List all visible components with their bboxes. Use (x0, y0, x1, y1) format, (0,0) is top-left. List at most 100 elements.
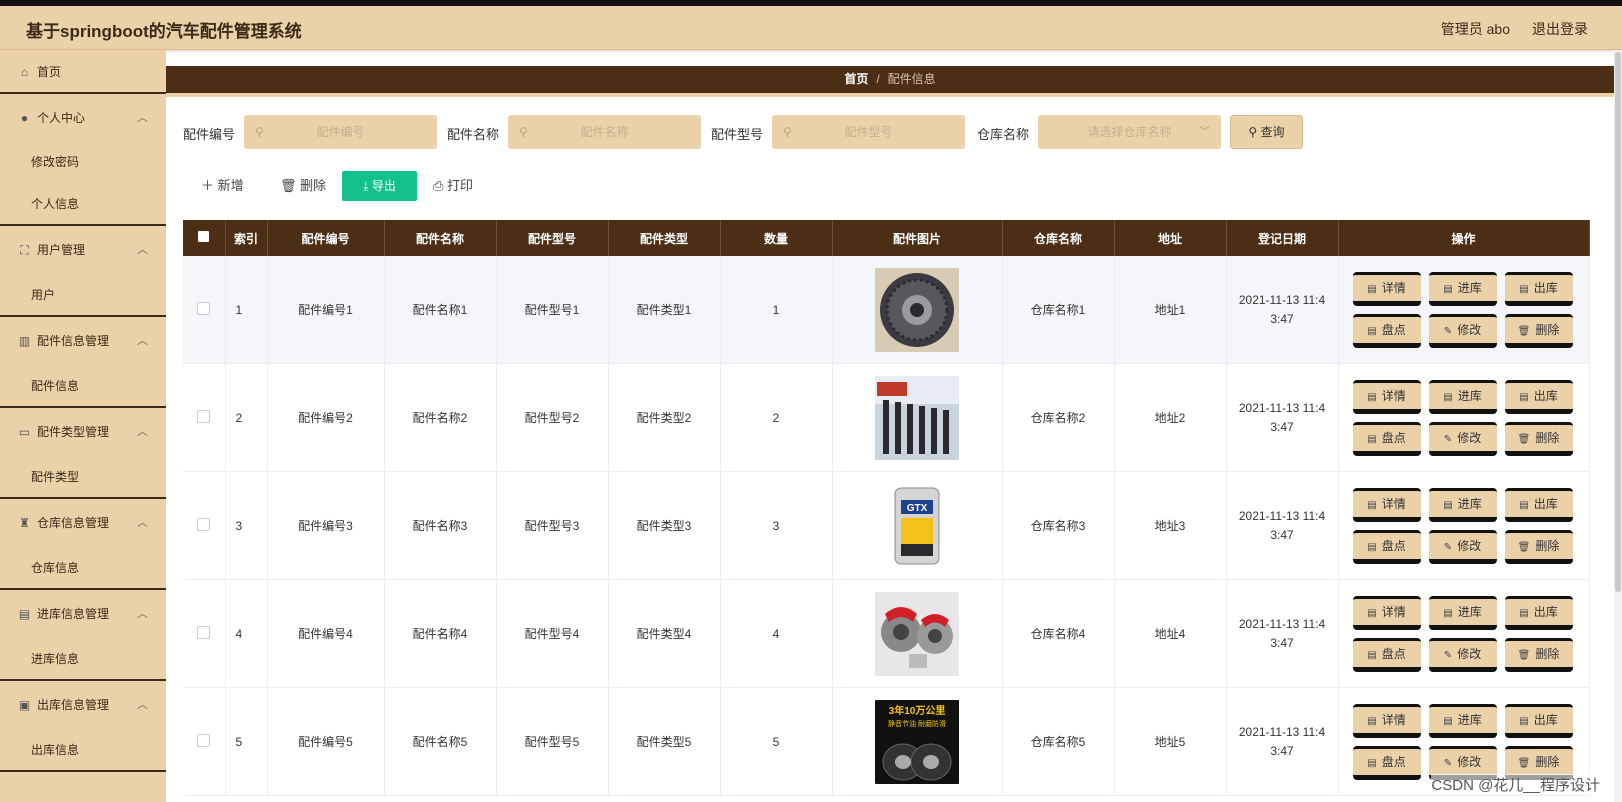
edit-button[interactable]: ✎ 修改 (1428, 421, 1497, 456)
sidebar-item-stock-out[interactable]: 出库信息 (0, 729, 166, 772)
stock-in-button[interactable]: ▤ 进库 (1428, 703, 1497, 738)
detail-button[interactable]: ▤ 详情 (1352, 379, 1421, 414)
inventory-button[interactable]: ▤ 盘点 (1352, 745, 1421, 780)
document-icon: ▤ (1443, 283, 1453, 295)
cell-type: 配件类型5 (608, 687, 721, 796)
document-icon: ▤ (1443, 715, 1453, 727)
sidebar-group-part-types[interactable]: ▭ 配件类型管理 ︿ (0, 408, 166, 456)
inventory-button[interactable]: ▤ 盘点 (1352, 313, 1421, 348)
logout-link[interactable]: 退出登录 (1532, 19, 1588, 39)
monitor-icon: ▭ (18, 425, 31, 439)
detail-label: 详情 (1381, 280, 1406, 295)
cell-warehouse: 仓库名称3 (1002, 471, 1115, 580)
plus-icon: ＋ (201, 178, 215, 193)
cell-code: 配件编号5 (267, 687, 385, 796)
stock-in-button[interactable]: ▤ 进库 (1428, 379, 1497, 414)
part-image[interactable]: GTX (875, 483, 959, 568)
part-image[interactable]: 3年10万公里 静音节油 耐磨防滑 (875, 699, 959, 784)
part-image[interactable] (875, 591, 959, 676)
cell-type: 配件类型1 (608, 256, 721, 364)
model-input[interactable]: ⚲ 配件型号 (772, 115, 965, 149)
select-all-header (183, 220, 226, 256)
row-actions: ▤ 详情 ▤ 进库 ▤ 出库 ▤ 盘点 ✎ 修改 🗑 删除 (1352, 271, 1575, 348)
inventory-button[interactable]: ▤ 盘点 (1352, 421, 1421, 456)
detail-label: 详情 (1381, 388, 1406, 403)
scrollbar-thumb[interactable] (1615, 52, 1621, 592)
stock-out-button[interactable]: ▤ 出库 (1504, 379, 1573, 414)
current-user: 管理员 abo (1440, 21, 1510, 37)
part-image[interactable] (875, 375, 959, 460)
detail-button[interactable]: ▤ 详情 (1352, 595, 1421, 630)
row-checkbox[interactable] (197, 733, 211, 747)
delete-button[interactable]: 🗑 删除 (280, 171, 326, 201)
sidebar-group-stock-out[interactable]: ▣ 出库信息管理 ︿ (0, 681, 166, 729)
print-button[interactable]: ⎙ 打印 (433, 171, 473, 201)
clipboard-icon: ▤ (18, 607, 31, 621)
page-scrollbar[interactable] (1614, 50, 1622, 802)
date-text: 2021-11-13 11:43:47 (1238, 400, 1326, 434)
sidebar-item-warehouses[interactable]: 仓库信息 (0, 547, 166, 590)
chevron-down-icon: ﹀ (1199, 126, 1210, 138)
stock-in-label: 进库 (1457, 604, 1482, 619)
detail-button[interactable]: ▤ 详情 (1352, 271, 1421, 306)
row-checkbox[interactable] (197, 625, 211, 639)
add-button[interactable]: ＋ 新增 (201, 171, 244, 201)
sidebar-item-users[interactable]: 用户 (0, 274, 166, 317)
oil-brand-text: GTX (907, 503, 928, 514)
sidebar-group-users[interactable]: ⛶ 用户管理 ︿ (0, 226, 166, 274)
cell-warehouse: 仓库名称5 (1002, 687, 1115, 796)
stock-out-button[interactable]: ▤ 出库 (1504, 271, 1573, 306)
sidebar-item-part-types[interactable]: 配件类型 (0, 456, 166, 499)
name-input[interactable]: ⚲ 配件名称 (508, 115, 701, 149)
row-delete-button[interactable]: 🗑 删除 (1504, 637, 1573, 672)
sidebar-item-stock-in[interactable]: 进库信息 (0, 638, 166, 681)
warehouse-placeholder: 请选择仓库名称 (1087, 125, 1172, 139)
row-checkbox[interactable] (197, 517, 211, 531)
cell-code: 配件编号2 (267, 363, 385, 472)
download-icon: ⤓ (363, 179, 369, 193)
cell-actions: ▤ 详情 ▤ 进库 ▤ 出库 ▤ 盘点 ✎ 修改 🗑 删除 (1338, 256, 1590, 364)
row-delete-button[interactable]: 🗑 删除 (1504, 529, 1573, 564)
detail-button[interactable]: ▤ 详情 (1352, 703, 1421, 738)
detail-button[interactable]: ▤ 详情 (1352, 487, 1421, 522)
sidebar-group-parts[interactable]: ▥ 配件信息管理 ︿ (0, 317, 166, 365)
query-button[interactable]: ⚲ 查询 (1230, 115, 1303, 149)
inventory-button[interactable]: ▤ 盘点 (1352, 637, 1421, 672)
table-row: 1 配件编号1 配件名称1 配件型号1 配件类型1 1 仓库名称1 地址1 20… (183, 256, 1590, 364)
cell-date: 2021-11-13 11:43:47 (1226, 687, 1339, 796)
part-image[interactable] (875, 267, 959, 352)
sidebar-item-profile[interactable]: 个人信息 (0, 183, 166, 226)
row-checkbox[interactable] (197, 409, 211, 423)
cell-type: 配件类型4 (608, 579, 721, 688)
cell-date: 2021-11-13 11:43:47 (1226, 363, 1339, 472)
sidebar-item-home[interactable]: ⌂ 首页 (0, 50, 166, 94)
stock-out-button[interactable]: ▤ 出库 (1504, 487, 1573, 522)
inventory-button[interactable]: ▤ 盘点 (1352, 529, 1421, 564)
breadcrumb-home[interactable]: 首页 (844, 72, 868, 86)
sidebar-group-warehouses[interactable]: ♜ 仓库信息管理 ︿ (0, 499, 166, 547)
select-all-checkbox[interactable] (198, 231, 210, 242)
cell-code: 配件编号3 (267, 471, 385, 580)
stock-in-button[interactable]: ▤ 进库 (1428, 487, 1497, 522)
sidebar-group-stock-in[interactable]: ▤ 进库信息管理 ︿ (0, 590, 166, 638)
edit-button[interactable]: ✎ 修改 (1428, 529, 1497, 564)
search-icon: ⚲ (255, 125, 264, 139)
stock-out-button[interactable]: ▤ 出库 (1504, 595, 1573, 630)
col-date: 登记日期 (1226, 220, 1339, 256)
stock-out-button[interactable]: ▤ 出库 (1504, 703, 1573, 738)
row-checkbox[interactable] (197, 301, 211, 315)
edit-button[interactable]: ✎ 修改 (1428, 313, 1497, 348)
name-label: 配件名称 (447, 127, 500, 142)
stock-in-button[interactable]: ▤ 进库 (1428, 271, 1497, 306)
document-icon: ▤ (1367, 715, 1377, 727)
warehouse-select[interactable]: 请选择仓库名称 ﹀ (1038, 115, 1221, 149)
export-button[interactable]: ⤓ 导出 (342, 171, 417, 201)
row-delete-button[interactable]: 🗑 删除 (1504, 421, 1573, 456)
edit-label: 修改 (1457, 646, 1482, 661)
delete-label: 删除 (300, 178, 327, 193)
code-input[interactable]: ⚲ 配件编号 (244, 115, 437, 149)
edit-button[interactable]: ✎ 修改 (1428, 637, 1497, 672)
sidebar-item-parts[interactable]: 配件信息 (0, 365, 166, 408)
row-delete-button[interactable]: 🗑 删除 (1504, 313, 1573, 348)
stock-in-button[interactable]: ▤ 进库 (1428, 595, 1497, 630)
